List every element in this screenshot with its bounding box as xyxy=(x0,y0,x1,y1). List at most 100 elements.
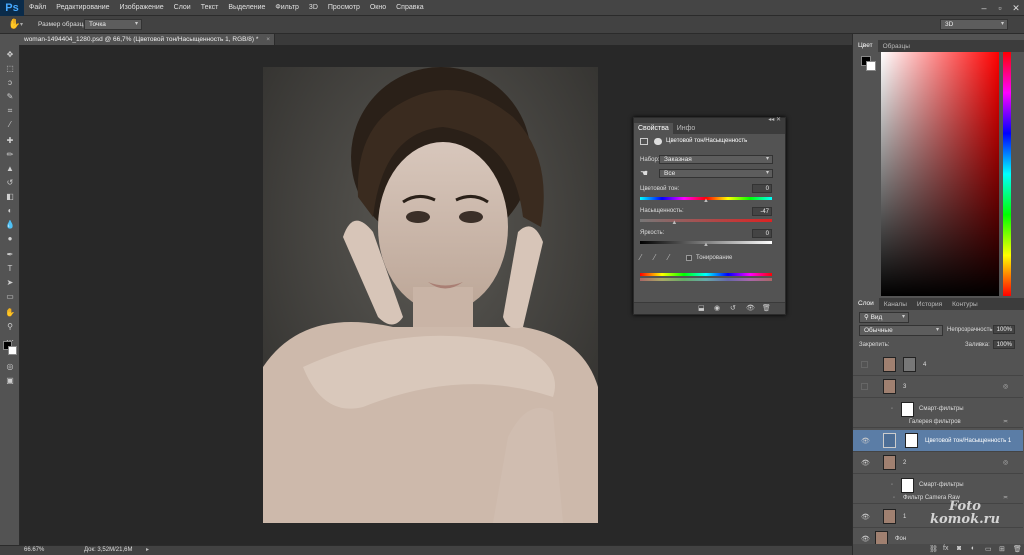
saturation-value[interactable]: -47 xyxy=(752,207,772,216)
targeted-adjust-icon[interactable]: ☚ xyxy=(640,168,648,179)
view-previous-icon[interactable]: ◉ xyxy=(714,304,720,312)
document-image[interactable] xyxy=(263,67,598,523)
trash-icon[interactable]: 🗑 xyxy=(1013,545,1022,553)
new-layer-icon[interactable]: ⊞ xyxy=(999,545,1005,553)
saturation-slider-thumb[interactable]: ▲ xyxy=(671,220,677,226)
visibility-toggle[interactable] xyxy=(861,383,868,390)
zoom-level[interactable]: 66.67% xyxy=(24,547,44,553)
tab-layers[interactable]: Слои xyxy=(853,298,879,310)
fill-value[interactable]: 100% xyxy=(993,340,1015,349)
eye-icon[interactable]: ◦ xyxy=(893,495,895,501)
lightness-slider-thumb[interactable]: ▲ xyxy=(703,242,709,248)
menu-view[interactable]: Просмотр xyxy=(323,4,365,11)
tab-history[interactable]: История xyxy=(912,301,947,308)
lightness-value[interactable]: 0 xyxy=(752,229,772,238)
shape-tool-icon[interactable]: ▭ xyxy=(3,291,17,302)
visibility-toggle[interactable] xyxy=(861,361,868,368)
tab-info[interactable]: Инфо xyxy=(673,123,700,134)
dropdown-arrow-icon[interactable]: ▾ xyxy=(20,21,23,28)
status-arrow-icon[interactable]: ▸ xyxy=(146,546,149,553)
menu-select[interactable]: Выделение xyxy=(223,4,270,11)
visibility-icon[interactable]: 👁 xyxy=(746,304,755,312)
blend-mode-select[interactable]: Обычные xyxy=(859,325,943,336)
opacity-value[interactable]: 100% xyxy=(993,325,1015,334)
document-tab[interactable]: woman-1494404_1280.psd @ 66,7% (Цветовой… xyxy=(20,34,276,45)
healing-brush-tool-icon[interactable]: ✚ xyxy=(3,135,17,146)
tab-paths[interactable]: Контуры xyxy=(947,301,983,308)
colorize-checkbox[interactable] xyxy=(686,255,692,261)
add-mask-icon[interactable]: ◙ xyxy=(957,545,961,552)
delete-icon[interactable]: 🗑 xyxy=(762,304,771,312)
eye-icon[interactable]: ◦ xyxy=(891,406,893,412)
menu-text[interactable]: Текст xyxy=(196,4,224,11)
layer-row[interactable]: 4 xyxy=(853,354,1023,376)
dodge-tool-icon[interactable]: ● xyxy=(3,233,17,244)
tab-properties[interactable]: Свойства xyxy=(634,123,673,134)
path-select-tool-icon[interactable]: ➤ xyxy=(3,277,17,288)
tab-color[interactable]: Цвет xyxy=(853,40,878,52)
filter-options-icon[interactable]: ≍ xyxy=(1003,418,1008,425)
eye-icon[interactable]: 👁 xyxy=(861,459,870,467)
saturation-slider[interactable] xyxy=(640,219,772,222)
gradient-tool-icon[interactable]: ◐ xyxy=(3,205,17,216)
filter-options-icon[interactable]: ≍ xyxy=(1003,494,1008,501)
layer-filter-select[interactable]: ⚲ Вид xyxy=(859,312,909,323)
clip-layer-icon[interactable]: ⬓ xyxy=(698,304,705,312)
bg-color-chip[interactable] xyxy=(866,61,876,71)
hue-value[interactable]: 0 xyxy=(752,184,772,193)
close-icon[interactable]: ✕ xyxy=(1008,0,1024,16)
link-icon[interactable]: ⛓ xyxy=(929,545,938,553)
crop-tool-icon[interactable]: ⌗ xyxy=(3,105,17,116)
eye-icon[interactable]: 👁 xyxy=(861,437,870,445)
eyedropper-minus-icon[interactable]: ⁄ xyxy=(668,253,669,262)
type-tool-icon[interactable]: T xyxy=(3,263,17,274)
tab-close-icon[interactable]: × xyxy=(266,36,270,43)
menu-file[interactable]: Файл xyxy=(24,4,51,11)
lasso-tool-icon[interactable]: ↄ xyxy=(3,77,17,88)
blur-tool-icon[interactable]: 💧 xyxy=(3,219,17,230)
minimize-icon[interactable]: – xyxy=(976,0,992,16)
workspace-select[interactable]: 3D xyxy=(940,19,1008,30)
eyedropper-icon[interactable]: ⁄ xyxy=(640,253,641,262)
eye-icon[interactable]: 👁 xyxy=(861,535,870,543)
fx-icon[interactable]: fx xyxy=(943,545,948,552)
eyedropper-tool-preset-icon[interactable]: ✋ xyxy=(8,19,20,30)
preset-select[interactable]: Заказная xyxy=(659,155,773,164)
eraser-tool-icon[interactable]: ◧ xyxy=(3,191,17,202)
marquee-tool-icon[interactable]: ⬚ xyxy=(3,63,17,74)
stamp-tool-icon[interactable]: ▲ xyxy=(3,163,17,174)
maximize-icon[interactable]: ▫ xyxy=(992,0,1008,16)
quick-select-tool-icon[interactable]: ✎ xyxy=(3,91,17,102)
layer-row[interactable]: 3 ◎ xyxy=(853,376,1023,398)
layer-row-selected[interactable]: 👁 Цветовой тон/Насыщенность 1 xyxy=(853,430,1023,452)
channel-select[interactable]: Все xyxy=(659,169,773,178)
brush-tool-icon[interactable]: ✏ xyxy=(3,149,17,160)
menu-help[interactable]: Справка xyxy=(391,4,428,11)
eyedropper-tool-icon[interactable]: ⁄ xyxy=(3,119,17,130)
pen-tool-icon[interactable]: ✒ xyxy=(3,249,17,260)
hue-slider-thumb[interactable]: ▲ xyxy=(703,198,709,204)
menu-edit[interactable]: Редактирование xyxy=(51,4,114,11)
hue-strip[interactable] xyxy=(1003,52,1011,296)
menu-layers[interactable]: Слои xyxy=(169,4,196,11)
collapse-icon[interactable]: ◂◂ ✕ xyxy=(768,116,781,123)
new-group-icon[interactable]: ▭ xyxy=(985,545,992,553)
canvas-area[interactable]: ◂◂ ✕ Свойства Инфо Цветовой тон/Насыщенн… xyxy=(20,45,852,545)
zoom-tool-icon[interactable]: ⚲ xyxy=(3,321,17,332)
mask-icon[interactable] xyxy=(654,138,662,145)
eyedropper-plus-icon[interactable]: ⁄ xyxy=(654,253,655,262)
menu-filter[interactable]: Фильтр xyxy=(270,4,304,11)
filter-row[interactable]: Галерея фильтров ≍ xyxy=(853,416,1023,428)
eye-icon[interactable]: 👁 xyxy=(861,513,870,521)
tab-channels[interactable]: Каналы xyxy=(879,301,912,308)
new-adjustment-icon[interactable]: ◐ xyxy=(971,545,975,552)
quick-mask-icon[interactable]: ◎ xyxy=(3,361,17,372)
screen-mode-icon[interactable]: ▣ xyxy=(3,375,17,386)
reset-icon[interactable]: ↺ xyxy=(730,304,736,312)
move-tool-icon[interactable]: ✥ xyxy=(3,49,17,60)
menu-image[interactable]: Изображение xyxy=(115,4,169,11)
background-color-swatch[interactable] xyxy=(8,346,17,355)
hand-tool-icon[interactable]: ✋ xyxy=(3,307,17,318)
layer-row[interactable]: 👁 2 ◎ xyxy=(853,452,1023,474)
sample-size-select[interactable]: Точка xyxy=(84,19,142,30)
